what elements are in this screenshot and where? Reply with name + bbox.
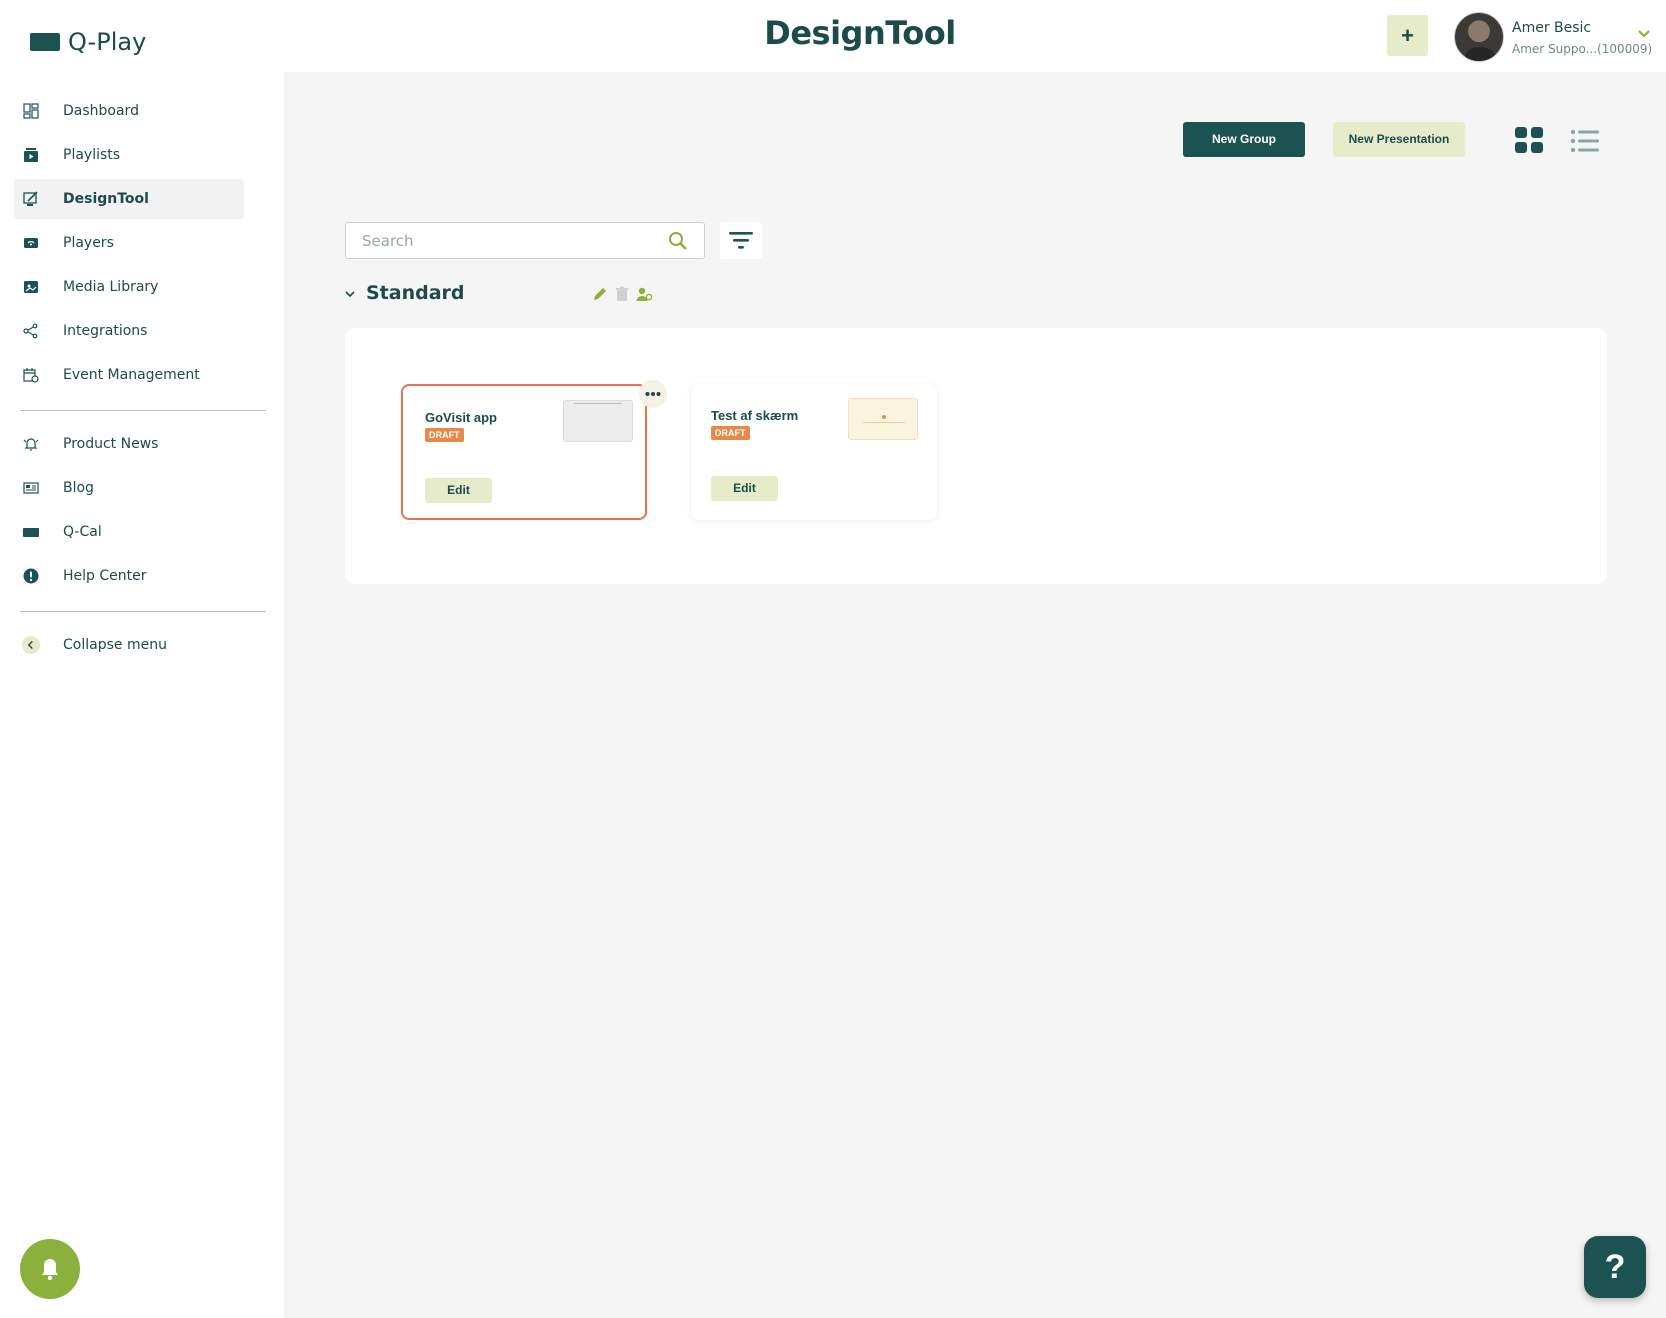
presentation-card[interactable]: Test af skærm DRAFT Edit	[691, 384, 937, 520]
new-presentation-button[interactable]: New Presentation	[1333, 122, 1465, 157]
sidebar-item-label: Playlists	[63, 147, 121, 163]
sidebar-item-integrations[interactable]: Integrations	[14, 311, 244, 351]
sidebar-item-blog[interactable]: Blog	[14, 468, 244, 508]
presentation-title: Test af skærm	[711, 408, 799, 423]
status-badge: DRAFT	[425, 428, 464, 442]
q-cal-icon	[22, 523, 40, 541]
group-panel: GoVisit app DRAFT Edit Test af skærm DRA…	[345, 328, 1607, 584]
sidebar-item-label: Players	[63, 235, 114, 251]
chevron-down-icon[interactable]	[344, 288, 356, 300]
sidebar-item-dashboard[interactable]: Dashboard	[14, 91, 244, 131]
avatar[interactable]	[1454, 12, 1504, 62]
header: Q-Play DesignTool + Amer Besic Amer Supp…	[0, 0, 1666, 72]
notifications-button[interactable]	[20, 1239, 80, 1299]
search-input[interactable]	[346, 223, 666, 258]
trash-icon[interactable]	[614, 286, 630, 302]
presentation-title: GoVisit app	[425, 410, 497, 425]
edit-button[interactable]: Edit	[711, 476, 778, 501]
sidebar-item-label: Blog	[63, 480, 94, 496]
edit-button[interactable]: Edit	[425, 478, 492, 503]
list-view-icon[interactable]	[1570, 128, 1600, 154]
sidebar-item-label: Q-Cal	[63, 524, 102, 540]
presentation-thumbnail[interactable]	[563, 400, 633, 442]
sidebar-item-help-center[interactable]: Help Center	[14, 556, 244, 596]
chevron-left-icon	[22, 636, 40, 654]
add-button[interactable]: +	[1387, 15, 1428, 56]
dashboard-icon	[22, 102, 40, 120]
main-content: New Group New Presentation Standard GoVi…	[284, 72, 1666, 1318]
sidebar-item-label: Product News	[63, 436, 159, 452]
grid-view-icon[interactable]	[1512, 124, 1544, 156]
sidebar-item-label: Integrations	[63, 323, 148, 339]
user-subtitle: Amer Suppo...(100009)	[1512, 42, 1653, 56]
sidebar-item-designtool[interactable]: DesignTool	[14, 179, 244, 219]
sidebar-item-playlists[interactable]: Playlists	[14, 135, 244, 175]
search-box	[345, 222, 705, 259]
event-management-icon	[22, 366, 40, 384]
bell-icon	[42, 1259, 58, 1281]
sidebar-item-label: Event Management	[63, 367, 200, 383]
designtool-icon	[22, 190, 40, 208]
sidebar-item-product-news[interactable]: Product News	[14, 424, 244, 464]
more-horizontal-icon	[645, 392, 661, 396]
sidebar-item-label: Help Center	[63, 568, 147, 584]
players-icon	[22, 234, 40, 252]
filter-button[interactable]	[720, 222, 762, 259]
sidebar-item-event-management[interactable]: Event Management	[14, 355, 244, 395]
sidebar-item-q-cal[interactable]: Q-Cal	[14, 512, 244, 552]
product-news-icon	[22, 435, 40, 453]
blog-icon	[22, 479, 40, 497]
filter-icon	[729, 231, 753, 249]
sidebar-item-label: Dashboard	[63, 103, 139, 119]
share-user-icon[interactable]	[636, 286, 652, 302]
presentation-thumbnail[interactable]	[848, 398, 918, 440]
collapse-menu-label: Collapse menu	[63, 637, 167, 653]
sidebar-divider	[20, 611, 266, 612]
group-title: Standard	[366, 282, 465, 304]
user-name[interactable]: Amer Besic	[1512, 20, 1591, 36]
new-group-button[interactable]: New Group	[1183, 122, 1305, 157]
playlists-icon	[22, 146, 40, 164]
help-center-icon	[22, 567, 40, 585]
sidebar: Dashboard Playlists DesignTool Players M…	[0, 72, 284, 1318]
help-button[interactable]: ?	[1584, 1236, 1646, 1298]
sidebar-item-label: Media Library	[63, 279, 159, 295]
search-icon[interactable]	[668, 231, 688, 251]
sidebar-item-media-library[interactable]: Media Library	[14, 267, 244, 307]
presentation-card[interactable]: GoVisit app DRAFT Edit	[401, 380, 667, 520]
chevron-down-icon[interactable]	[1638, 28, 1650, 40]
collapse-menu-button[interactable]: Collapse menu	[14, 625, 244, 665]
status-badge: DRAFT	[711, 426, 750, 440]
sidebar-divider	[20, 410, 266, 411]
sidebar-item-players[interactable]: Players	[14, 223, 244, 263]
media-library-icon	[22, 278, 40, 296]
edit-icon[interactable]	[592, 286, 608, 302]
more-options-button[interactable]	[639, 380, 667, 408]
sidebar-item-label: DesignTool	[63, 191, 149, 207]
integrations-icon	[22, 322, 40, 340]
